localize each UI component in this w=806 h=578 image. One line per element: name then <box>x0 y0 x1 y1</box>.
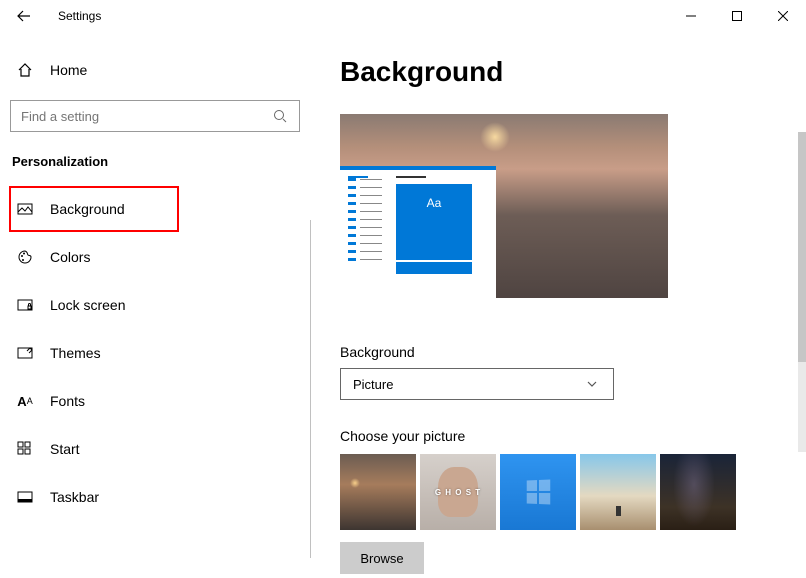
start-icon <box>16 440 34 458</box>
sidebar-item-themes[interactable]: Themes <box>10 331 300 375</box>
sidebar-item-taskbar[interactable]: Taskbar <box>10 475 300 519</box>
home-label: Home <box>50 62 87 78</box>
search-icon <box>271 107 289 125</box>
browse-button[interactable]: Browse <box>340 542 424 574</box>
thumbnail-1[interactable] <box>340 454 416 530</box>
sidebar-item-background[interactable]: Background <box>10 187 178 231</box>
background-dropdown[interactable]: Picture <box>340 368 614 400</box>
scrollbar-handle[interactable] <box>798 132 806 362</box>
content-area: Background Aa Backgr <box>310 32 806 578</box>
thumbnail-3[interactable] <box>500 454 576 530</box>
search-input[interactable] <box>21 109 271 124</box>
close-button[interactable] <box>760 0 806 32</box>
picture-icon <box>16 200 34 218</box>
titlebar: Settings <box>0 0 806 32</box>
minimize-button[interactable] <box>668 0 714 32</box>
section-title: Personalization <box>10 154 300 169</box>
sidebar-item-label: Themes <box>50 345 101 361</box>
preview-window: Aa <box>340 166 496 298</box>
taskbar-icon <box>16 488 34 506</box>
sidebar-item-label: Background <box>50 201 125 217</box>
preview-sample-text: Aa <box>396 184 472 221</box>
background-field-label: Background <box>340 344 806 360</box>
search-box[interactable] <box>10 100 300 132</box>
sidebar-item-label: Fonts <box>50 393 85 409</box>
choose-picture-label: Choose your picture <box>340 428 806 444</box>
home-icon <box>16 61 34 79</box>
maximize-button[interactable] <box>714 0 760 32</box>
window-title: Settings <box>58 9 101 23</box>
sidebar-item-label: Taskbar <box>50 489 99 505</box>
sidebar-item-label: Start <box>50 441 80 457</box>
picture-thumbnails <box>340 454 806 530</box>
desktop-preview: Aa <box>340 114 668 298</box>
palette-icon <box>16 248 34 266</box>
sidebar-item-start[interactable]: Start <box>10 427 300 471</box>
back-arrow-icon <box>15 7 33 25</box>
dropdown-value: Picture <box>353 377 393 392</box>
sidebar: Home Personalization Background Colors L… <box>0 32 310 578</box>
sidebar-item-colors[interactable]: Colors <box>10 235 300 279</box>
sidebar-item-lockscreen[interactable]: Lock screen <box>10 283 300 327</box>
sidebar-item-label: Lock screen <box>50 297 125 313</box>
back-button[interactable] <box>10 2 38 30</box>
thumbnail-4[interactable] <box>580 454 656 530</box>
lockscreen-icon <box>16 296 34 314</box>
thumbnail-5[interactable] <box>660 454 736 530</box>
home-nav[interactable]: Home <box>10 50 300 90</box>
sidebar-item-fonts[interactable]: AA Fonts <box>10 379 300 423</box>
themes-icon <box>16 344 34 362</box>
scrollbar[interactable] <box>798 132 806 452</box>
thumbnail-2[interactable] <box>420 454 496 530</box>
chevron-down-icon <box>583 375 601 393</box>
fonts-icon: AA <box>16 392 34 410</box>
sidebar-item-label: Colors <box>50 249 90 265</box>
page-title: Background <box>340 56 806 88</box>
